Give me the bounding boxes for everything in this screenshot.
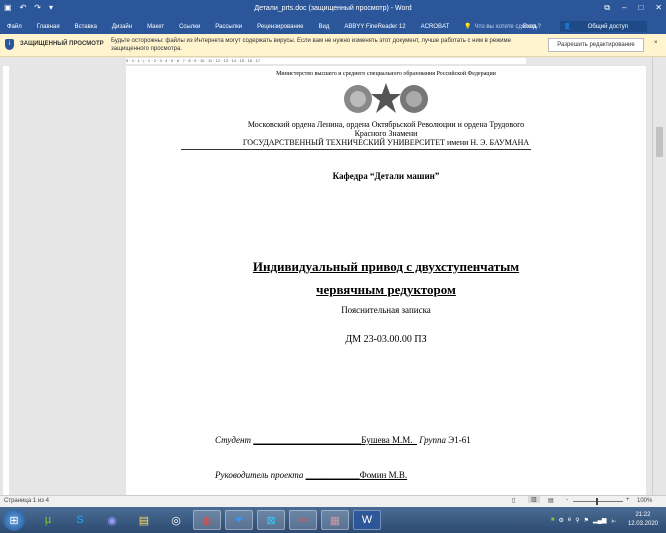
app-icon[interactable]: ⊠	[257, 510, 285, 530]
clock-time: 21:22	[635, 512, 651, 518]
header-divider	[181, 149, 531, 150]
horizontal-ruler[interactable]: 3 · 2 · 1 · | · 1 · 2 · 3 · 4 · 5 · 6 · …	[0, 57, 666, 66]
word-icon[interactable]: W	[353, 510, 381, 530]
protected-view-title: ЗАЩИЩЕННЫЙ ПРОСМОТР	[20, 41, 104, 47]
zoom-slider[interactable]	[573, 501, 623, 502]
skype-icon[interactable]: S	[66, 510, 94, 530]
supervisor-blank: ____________	[305, 470, 360, 480]
document-page[interactable]: Министерство высшего и среднего специаль…	[126, 66, 646, 495]
maximize-icon[interactable]: □	[638, 3, 643, 13]
student-label: Студент	[215, 435, 251, 445]
tab-mailings[interactable]: Рассылки	[215, 24, 242, 30]
clock[interactable]: 21:22 12.03.2020	[628, 511, 658, 529]
usb-icon[interactable]: ⚲	[575, 517, 579, 524]
web-layout-icon[interactable]: ▤	[548, 497, 554, 504]
ribbon-tabs: Файл Главная Вставка Дизайн Макет Ссылки…	[0, 19, 666, 34]
zoom-in-button[interactable]: +	[626, 497, 630, 503]
zoom-level[interactable]: 100%	[637, 498, 652, 504]
scrollbar-thumb[interactable]	[656, 127, 663, 157]
document-code: ДМ 23-03.00.00 ПЗ	[345, 334, 427, 345]
network-icon[interactable]: ▂▄▆	[593, 517, 606, 524]
window-title: Детали_prts.doc (защищенный просмотр) - …	[254, 5, 412, 12]
taskbar: ⊞ µ S ◉ ▤ ◎ ◍ ♥ ⊠ ✂ ▦ W ■ ⚙ e ⚲ ⚑ ▂▄▆ 🔈 …	[0, 507, 666, 533]
tab-home[interactable]: Главная	[37, 24, 60, 30]
university-line-2: Красного Знамени	[354, 129, 418, 138]
document-area: Министерство высшего и среднего специаль…	[12, 66, 652, 495]
page-count[interactable]: Страница 1 из 4	[4, 498, 49, 504]
ribbon-options-icon[interactable]: ⧉	[604, 3, 610, 13]
shield-icon: i	[5, 39, 14, 50]
subtitle: Пояснительная записка	[341, 305, 431, 315]
tab-review[interactable]: Рецензирование	[257, 24, 303, 30]
start-button[interactable]: ⊞	[3, 509, 25, 531]
steam-icon[interactable]: ◎	[162, 510, 190, 530]
tray-app-icon[interactable]: ⚙	[558, 517, 563, 524]
tab-layout[interactable]: Макет	[147, 24, 164, 30]
file-explorer-icon[interactable]: ▤	[130, 510, 158, 530]
winrar-icon[interactable]: ▦	[321, 510, 349, 530]
close-icon[interactable]: ✕	[655, 3, 662, 13]
volume-icon[interactable]: 🔈	[610, 517, 617, 524]
group-value: Э1-61	[448, 435, 471, 445]
tray-e-icon[interactable]: e	[568, 517, 571, 523]
discord-icon[interactable]: ◉	[98, 510, 126, 530]
ministry-text: Министерство высшего и среднего специаль…	[276, 71, 496, 77]
heart-app-icon[interactable]: ♥	[225, 510, 253, 530]
utorrent-icon[interactable]: µ	[34, 510, 62, 530]
tab-acrobat[interactable]: ACROBAT	[421, 24, 450, 30]
student-blank: ________________________	[253, 435, 362, 445]
minimize-icon[interactable]: –	[622, 3, 626, 13]
vertical-ruler[interactable]	[0, 66, 12, 495]
read-mode-icon[interactable]: ▯	[512, 497, 515, 504]
protected-view-text: Будьте осторожны: файлы из Интернета мог…	[111, 38, 511, 52]
status-bar: Страница 1 из 4 ▯ ▥ ▤ - + 100%	[0, 495, 666, 507]
zoom-out-button[interactable]: -	[566, 497, 568, 503]
close-icon[interactable]: ×	[654, 40, 658, 46]
share-button[interactable]: 👤 Общий доступ	[559, 21, 647, 32]
title-bar: ▣ ↶ ↷ ▾ Детали_prts.doc (защищенный прос…	[0, 0, 666, 19]
tab-design[interactable]: Дизайн	[112, 24, 132, 30]
zoom-slider-thumb[interactable]	[596, 498, 598, 505]
group-label: Группа	[419, 435, 446, 445]
protected-view-bar: i ЗАЩИЩЕННЫЙ ПРОСМОТР Будьте осторожны: …	[0, 34, 666, 57]
student-line: Студент ________________________Бушева М…	[215, 435, 471, 445]
supervisor-line: Руководитель проекта ____________Фомин М…	[215, 470, 407, 480]
lightbulb-icon: 💡	[464, 24, 472, 30]
tab-abbyy[interactable]: ABBYY FineReader 12	[344, 24, 405, 30]
signin-link[interactable]: Вход	[523, 24, 537, 30]
student-name: Бушева М.М.	[361, 435, 417, 445]
share-label: Общий доступ	[587, 24, 628, 30]
tab-insert[interactable]: Вставка	[75, 24, 97, 30]
print-layout-icon[interactable]: ▥	[528, 496, 540, 503]
supervisor-label: Руководитель проекта	[215, 470, 304, 480]
snipping-tool-icon[interactable]: ✂	[289, 510, 317, 530]
university-line-1: Московский ордена Ленина, ордена Октябрь…	[247, 120, 525, 129]
supervisor-name: Фомин М.В.	[359, 470, 408, 480]
enable-editing-button[interactable]: Разрешить редактирование	[548, 38, 644, 52]
nvidia-icon[interactable]: ■	[551, 517, 555, 523]
system-tray: ■ ⚙ e ⚲ ⚑ ▂▄▆ 🔈 21:22 12.03.2020	[551, 507, 666, 533]
department: Кафедра “Детали машин”	[332, 171, 440, 181]
person-icon: 👤	[563, 24, 573, 30]
vertical-scrollbar[interactable]	[652, 57, 666, 495]
flag-icon[interactable]: ⚑	[584, 517, 589, 524]
orders-emblem	[126, 82, 646, 116]
tab-view[interactable]: Вид	[318, 24, 329, 30]
ruler-scale: 3 · 2 · 1 · | · 1 · 2 · 3 · 4 · 5 · 6 · …	[126, 58, 526, 64]
clock-date: 12.03.2020	[627, 521, 658, 527]
university-line-3: ГОСУДАРСТВЕННЫЙ ТЕХНИЧЕСКИЙ УНИВЕРСИТЕТ …	[242, 138, 530, 147]
title-line-1: Индивидуальный привод с двухступенчатым	[252, 259, 520, 274]
title-line-2: червячным редуктором	[316, 282, 456, 297]
chrome-icon[interactable]: ◍	[193, 510, 221, 530]
tab-references[interactable]: Ссылки	[179, 24, 200, 30]
tab-file[interactable]: Файл	[7, 24, 22, 30]
